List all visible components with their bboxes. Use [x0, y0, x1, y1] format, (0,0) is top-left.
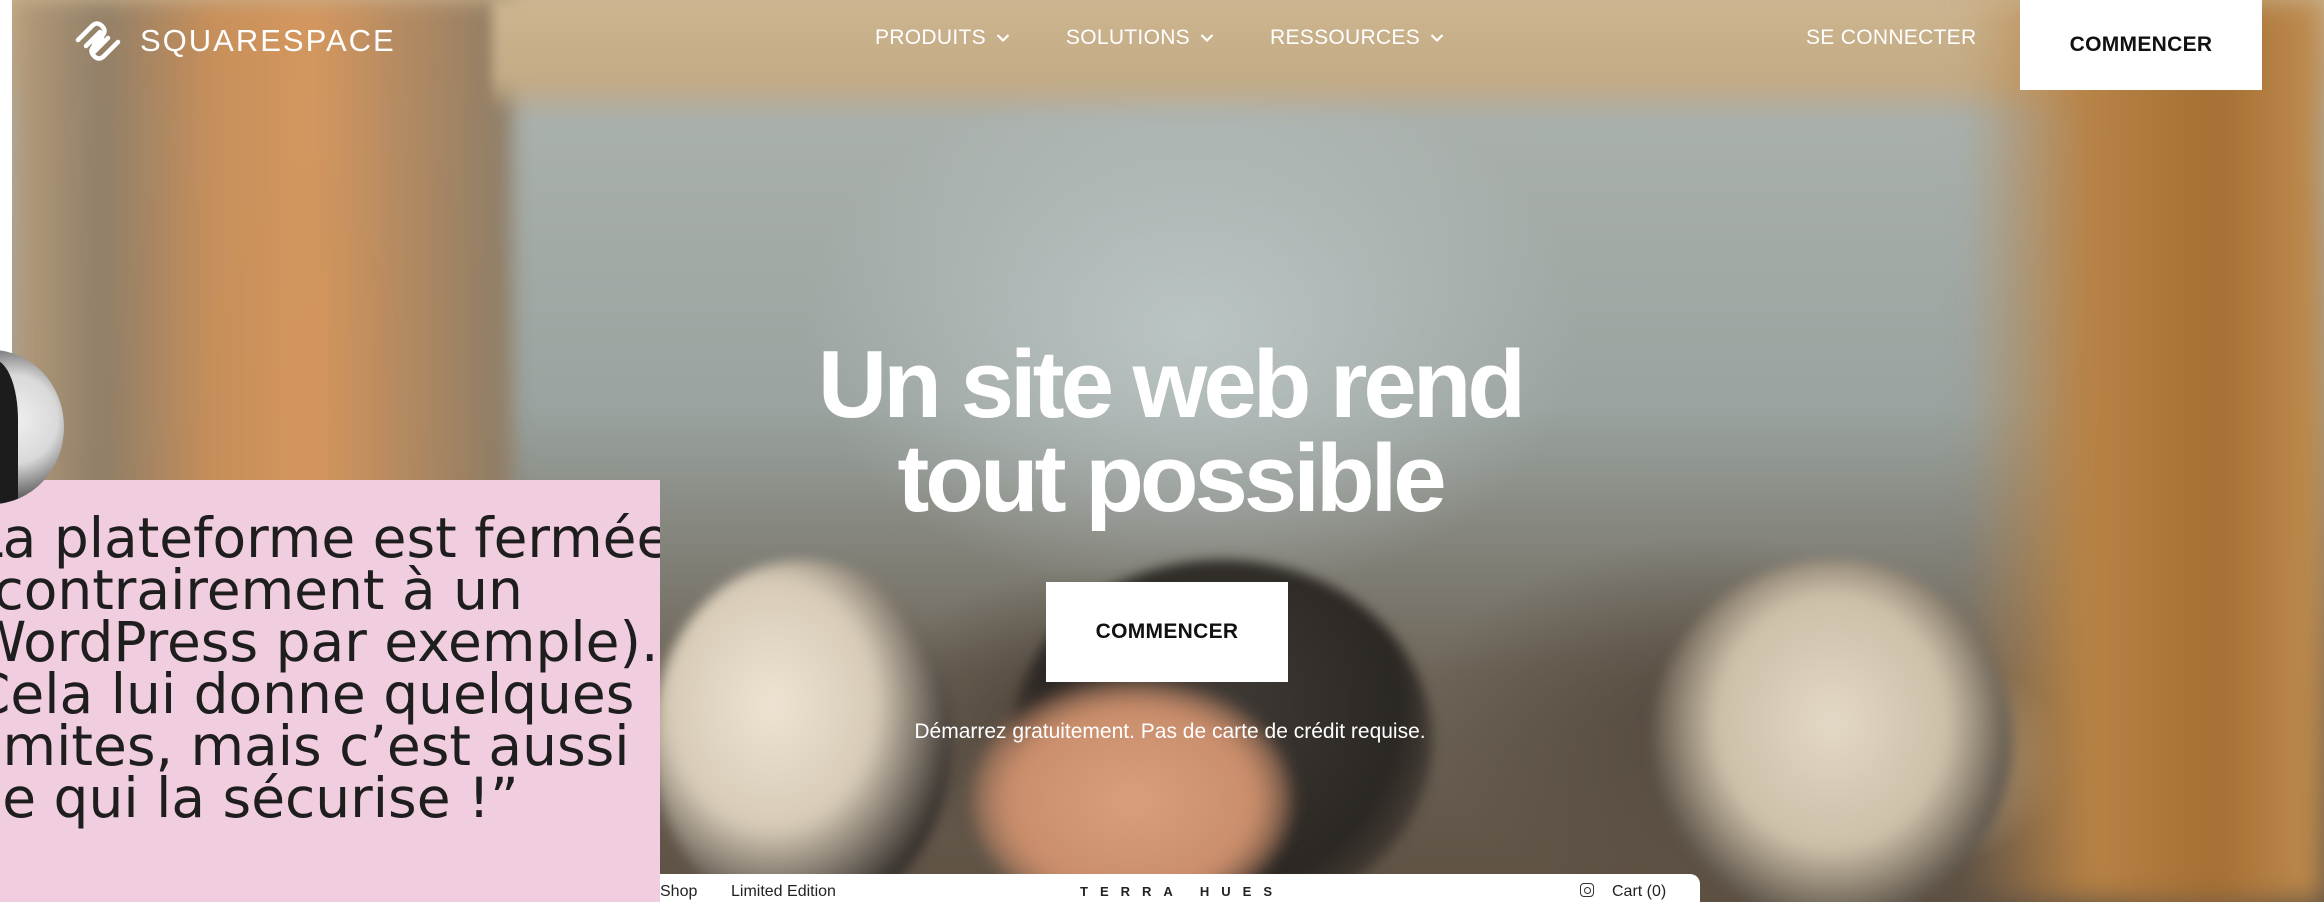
hero-subtext: Démarrez gratuitement. Pas de carte de c…: [914, 720, 1426, 743]
menu-item-label: SOLUTIONS: [1065, 26, 1190, 49]
hero-headline: Un site web rend tout possible: [700, 337, 1640, 527]
menu-item-label: RESSOURCES: [1269, 26, 1421, 49]
preview-limited-link: Limited Edition: [731, 883, 836, 900]
brand-logo[interactable]: SQUARESPACE: [70, 16, 396, 66]
start-button-header[interactable]: COMMENCER: [2020, 0, 2262, 90]
start-button-hero[interactable]: COMMENCER: [1046, 582, 1288, 682]
preview-cart: Cart (0): [1612, 883, 1667, 900]
preview-shop-link: Shop: [660, 883, 698, 900]
chevron-down-icon: [996, 34, 1010, 43]
menu-item-ressources[interactable]: RESSOURCES: [1270, 26, 1444, 50]
testimonial-card: La plateforme est fermée (contrairement …: [0, 480, 660, 902]
headline-line-2: tout possible: [897, 425, 1446, 532]
testimonial-quote: La plateforme est fermée (contrairement …: [0, 506, 660, 830]
signin-link[interactable]: SE CONNECTER: [1806, 26, 1976, 50]
squarespace-logo-icon: [75, 21, 121, 61]
chevron-down-icon: [1430, 34, 1444, 43]
brand-name: SQUARESPACE: [140, 23, 396, 58]
chevron-down-icon: [1200, 34, 1214, 43]
headline-line-1: Un site web rend: [817, 331, 1526, 438]
menu-item-produits[interactable]: PRODUITS: [875, 26, 1010, 50]
top-navigation: SQUARESPACE PRODUITS SOLUTIONS RESSOURCE…: [0, 0, 2324, 90]
menu-item-label: PRODUITS: [875, 26, 986, 49]
instagram-icon: [1580, 883, 1594, 897]
menu-item-solutions[interactable]: SOLUTIONS: [1066, 26, 1214, 50]
main-menu: PRODUITS SOLUTIONS RESSOURCES: [875, 26, 1500, 50]
preview-brand: TERRA HUES: [1080, 884, 1285, 899]
site-preview-bar: Shop Limited Edition TERRA HUES Cart (0): [650, 874, 1700, 902]
